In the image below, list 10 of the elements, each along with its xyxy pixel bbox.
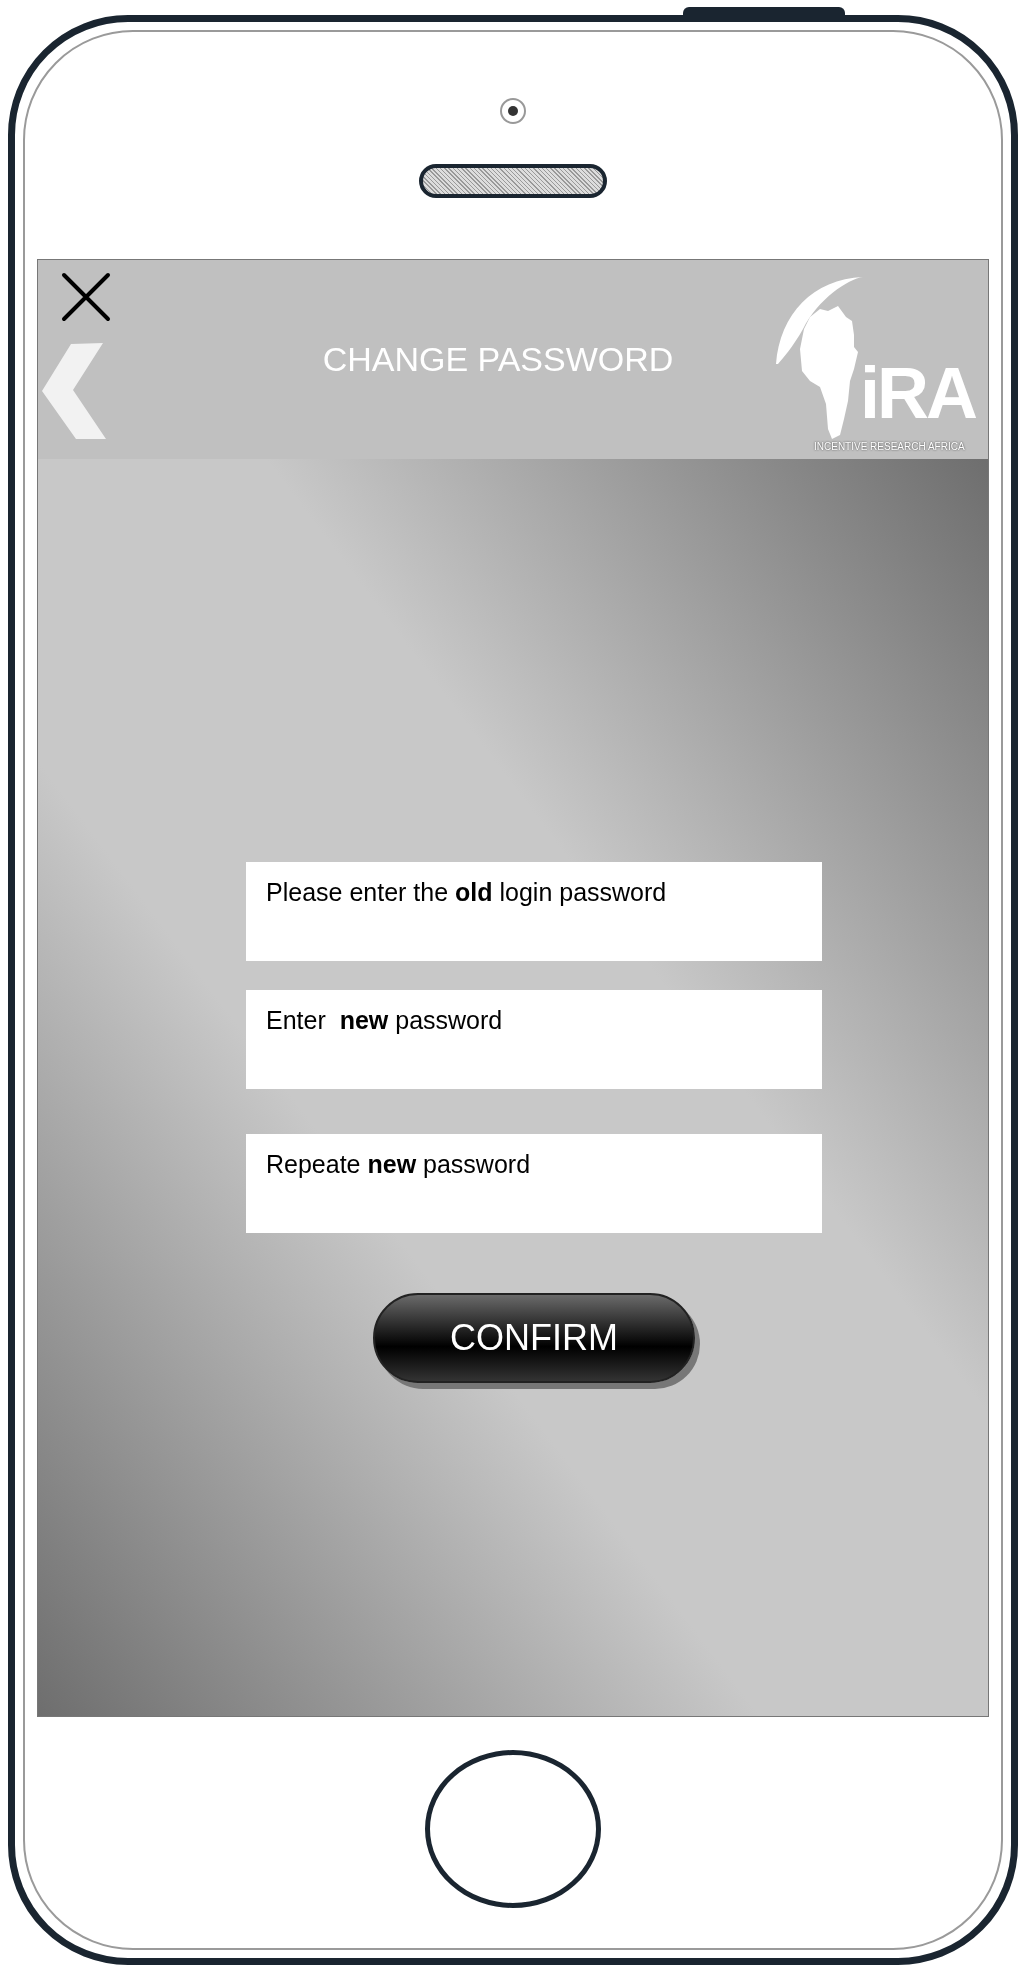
password-field[interactable]: Enter new password [246, 990, 822, 1089]
home-button[interactable] [425, 1750, 601, 1908]
africa-logo-icon [774, 275, 864, 441]
password-field[interactable]: Repeate new password [246, 1134, 822, 1233]
logo-wordmark: iRA [860, 357, 975, 429]
camera-icon [500, 98, 526, 124]
close-icon[interactable] [61, 272, 111, 322]
password-field[interactable]: Please enter the old login password [246, 862, 822, 961]
logo-tagline: INCENTIVE RESEARCH AFRICA [814, 441, 965, 453]
page-title: CHANGE PASSWORD [322, 339, 675, 380]
